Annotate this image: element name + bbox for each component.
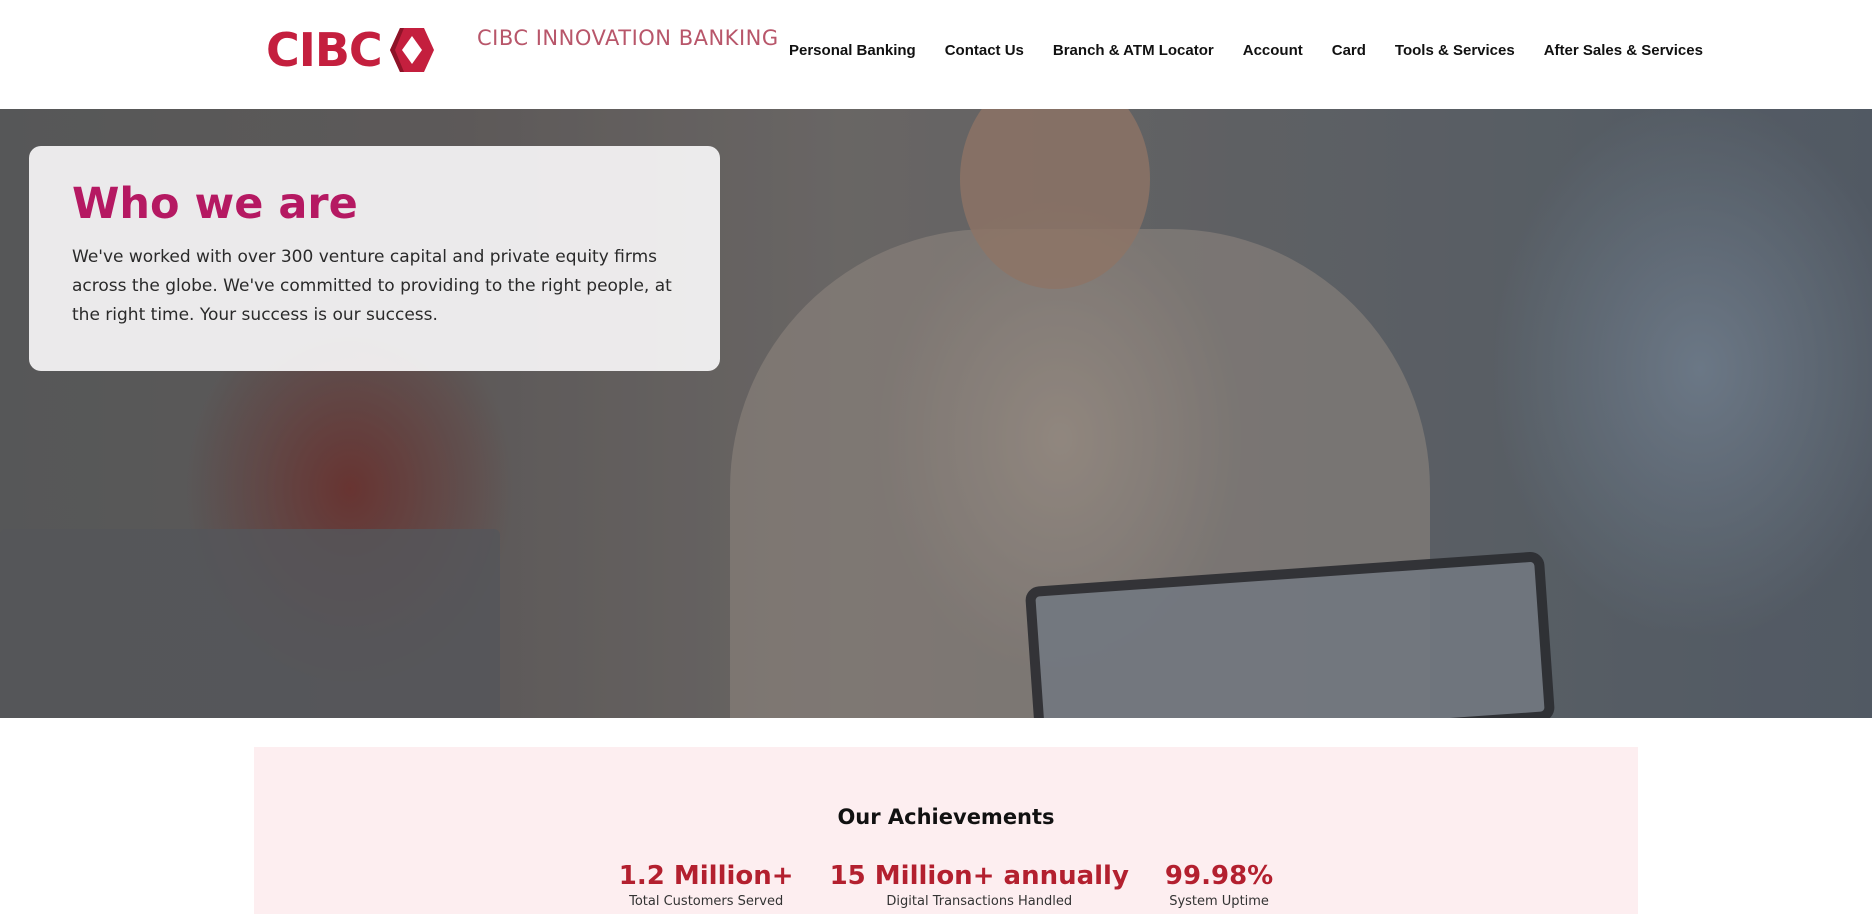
logo-wordmark: CIBC (266, 23, 383, 77)
site-header: CIBC CIBC INNOVATION BANKING Personal Ba… (0, 0, 1872, 109)
cibc-diamond-icon (389, 28, 434, 72)
stat-label: System Uptime (1169, 893, 1269, 909)
achievements-stats: 1.2 Million+ Total Customers Served 15 M… (254, 861, 1638, 909)
nav-card[interactable]: Card (1332, 42, 1366, 59)
who-we-are-title: Who we are (72, 179, 358, 229)
nav-tools-services[interactable]: Tools & Services (1395, 42, 1515, 59)
stat-label: Total Customers Served (629, 893, 784, 909)
nav-contact-us[interactable]: Contact Us (945, 42, 1024, 59)
achievements-section: Our Achievements 1.2 Million+ Total Cust… (254, 747, 1638, 914)
main-nav: Personal Banking Contact Us Branch & ATM… (789, 42, 1703, 59)
stat-label: Digital Transactions Handled (886, 893, 1073, 909)
cibc-logo[interactable]: CIBC (266, 26, 436, 74)
stat-uptime: 99.98% System Uptime (1164, 861, 1274, 909)
who-we-are-body: We've worked with over 300 venture capit… (72, 247, 672, 326)
who-we-are-card: Who we are We've worked with over 300 ve… (29, 146, 720, 371)
stat-transactions: 15 Million+ annually Digital Transaction… (829, 861, 1129, 909)
stat-value: 15 Million+ annually (829, 861, 1129, 891)
stat-customers: 1.2 Million+ Total Customers Served (618, 861, 794, 909)
stat-value: 99.98% (1164, 861, 1274, 891)
brand-subtitle: CIBC INNOVATION BANKING (477, 26, 779, 50)
nav-after-sales-services[interactable]: After Sales & Services (1544, 42, 1703, 59)
nav-account[interactable]: Account (1243, 42, 1303, 59)
nav-personal-banking[interactable]: Personal Banking (789, 42, 916, 59)
stat-value: 1.2 Million+ (618, 861, 794, 891)
achievements-title: Our Achievements (837, 805, 1055, 829)
nav-branch-atm-locator[interactable]: Branch & ATM Locator (1053, 42, 1214, 59)
